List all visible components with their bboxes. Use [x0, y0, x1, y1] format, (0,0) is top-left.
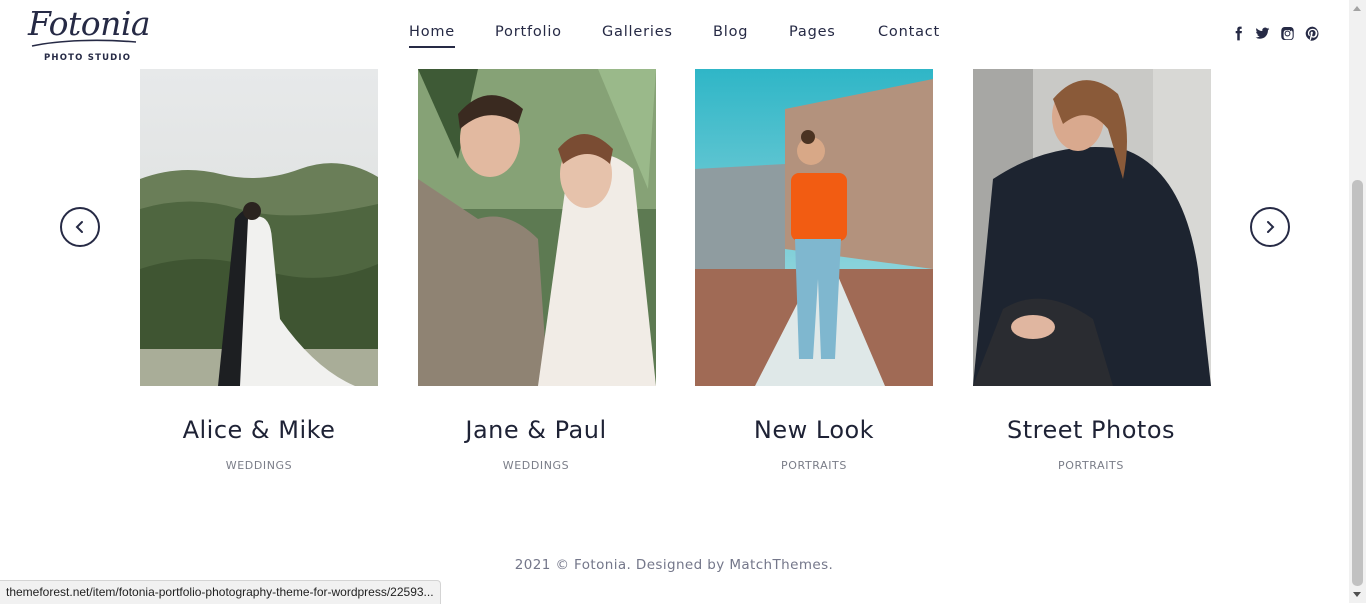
instagram-icon[interactable] — [1279, 24, 1295, 42]
site-logo[interactable]: Fotonia PHOTO STUDIO — [28, 4, 151, 64]
nav-galleries[interactable]: Galleries — [602, 24, 673, 40]
chevron-right-icon — [1267, 221, 1275, 233]
gallery-card-category[interactable]: WEDDINGS — [109, 459, 409, 472]
scroll-up-arrow[interactable] — [1353, 6, 1361, 11]
gallery-card-image-street-photos[interactable] — [973, 69, 1211, 386]
facebook-icon[interactable] — [1230, 24, 1246, 42]
logo-swash — [31, 39, 137, 47]
link-status-bar: themeforest.net/item/fotonia-portfolio-p… — [0, 580, 441, 604]
gallery-card-category[interactable]: WEDDINGS — [386, 459, 686, 472]
scroll-down-arrow[interactable] — [1353, 592, 1361, 597]
nav-portfolio[interactable]: Portfolio — [495, 24, 562, 40]
chevron-left-icon — [75, 221, 83, 233]
twitter-icon[interactable] — [1254, 24, 1270, 42]
gallery-card-image-new-look[interactable] — [695, 69, 933, 386]
logo-tagline: PHOTO STUDIO — [44, 53, 132, 63]
gallery-card-title[interactable]: Alice & Mike — [109, 416, 409, 444]
carousel-prev-button[interactable] — [60, 207, 100, 247]
gallery-card-title[interactable]: New Look — [664, 416, 964, 444]
gallery-card-category[interactable]: PORTRAITS — [664, 459, 964, 472]
footer-copyright: 2021 © Fotonia. Designed by MatchThemes. — [514, 557, 834, 573]
page-scrollbar[interactable] — [1349, 0, 1366, 603]
gallery-card-title[interactable]: Jane & Paul — [386, 416, 686, 444]
gallery-card-category[interactable]: PORTRAITS — [941, 459, 1241, 472]
nav-blog[interactable]: Blog — [713, 24, 748, 40]
carousel-next-button[interactable] — [1250, 207, 1290, 247]
gallery-card-image-jane-paul[interactable] — [418, 69, 656, 386]
nav-pages[interactable]: Pages — [789, 24, 836, 40]
nav-contact[interactable]: Contact — [878, 24, 940, 40]
gallery-card-title[interactable]: Street Photos — [941, 416, 1241, 444]
pinterest-icon[interactable] — [1304, 24, 1320, 42]
scrollbar-thumb[interactable] — [1352, 180, 1363, 586]
nav-home[interactable]: Home — [409, 24, 456, 48]
gallery-card-image-alice-mike[interactable] — [140, 69, 378, 386]
